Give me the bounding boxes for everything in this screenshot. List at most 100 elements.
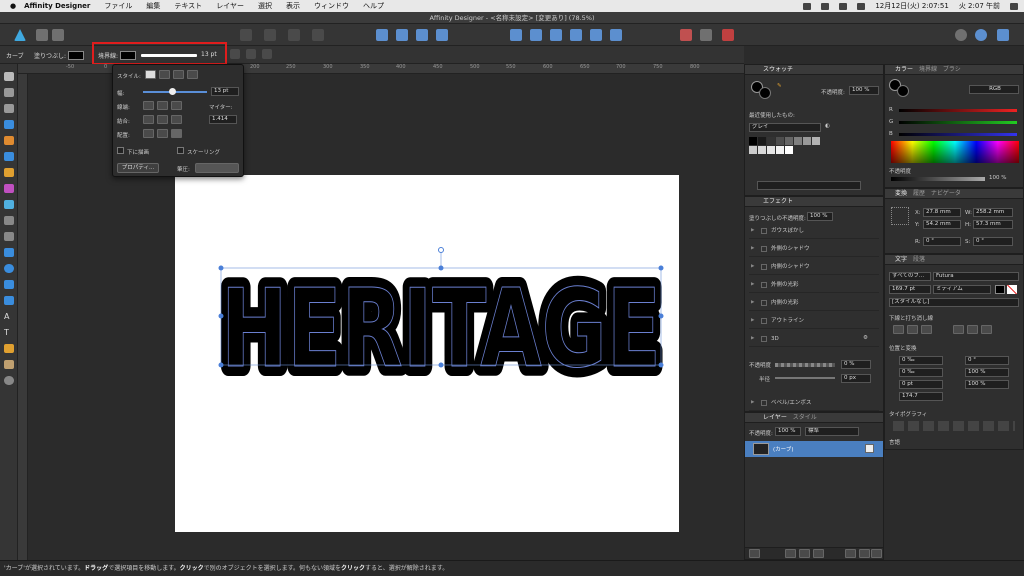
swatch[interactable]: [767, 137, 775, 145]
tab-history[interactable]: 履歴: [913, 190, 925, 197]
handle-tr[interactable]: [658, 265, 664, 271]
stroke-color-circle[interactable]: [759, 87, 771, 99]
dropbox-icon[interactable]: [803, 2, 812, 10]
align-middle-icon[interactable]: [590, 29, 602, 41]
channel-b-slider[interactable]: [899, 133, 1017, 136]
handle-tc[interactable]: [438, 265, 444, 271]
align-outside-button[interactable]: [171, 129, 182, 138]
width-slider-thumb[interactable]: [169, 88, 176, 95]
tab-stroke[interactable]: 境界線: [919, 66, 937, 73]
swatch[interactable]: [749, 137, 757, 145]
move-tool-icon[interactable]: [4, 72, 14, 81]
rectangle-tool-icon[interactable]: [4, 248, 14, 257]
cap-square-button[interactable]: [171, 101, 182, 110]
blend-mode-select[interactable]: 標準: [805, 427, 859, 436]
add-layer-icon[interactable]: [845, 549, 856, 558]
menu-layer[interactable]: レイヤー: [216, 1, 244, 11]
x-field[interactable]: 27.8 mm: [923, 208, 961, 217]
tab-transform[interactable]: 変換: [895, 190, 907, 197]
rotation-handle[interactable]: [438, 247, 444, 253]
pixel-persona-icon[interactable]: [36, 29, 48, 41]
effect-inner-shadow[interactable]: 内側のシャドウ: [749, 259, 879, 275]
arrange-front-icon[interactable]: [436, 29, 448, 41]
clock-time[interactable]: 火 2:07 午前: [959, 1, 1000, 11]
underline-color-button[interactable]: [921, 325, 932, 334]
h-field[interactable]: 57.3 mm: [973, 220, 1013, 229]
tab-brush[interactable]: ブラシ: [943, 66, 961, 73]
font-family-select[interactable]: Futura: [933, 272, 1019, 281]
swatch[interactable]: [776, 137, 784, 145]
color-opacity-slider[interactable]: [891, 177, 985, 181]
wifi-icon[interactable]: [839, 2, 848, 10]
shear-field[interactable]: 0 °: [973, 237, 1013, 246]
eyedropper-icon[interactable]: ✎: [777, 83, 782, 89]
align-left-icon[interactable]: [510, 29, 522, 41]
draw-behind-checkbox[interactable]: [117, 147, 124, 154]
swatch[interactable]: [767, 146, 775, 154]
style-none-button[interactable]: [145, 70, 156, 79]
strike-color-button[interactable]: [981, 325, 992, 334]
align-center-button[interactable]: [143, 129, 154, 138]
effect-3d[interactable]: 3D: [749, 331, 879, 347]
fill-swatch[interactable]: [68, 51, 84, 60]
fx-icon[interactable]: [813, 549, 824, 558]
handle-mr[interactable]: [658, 313, 664, 319]
y-field[interactable]: 54.2 mm: [923, 220, 961, 229]
snap-options-icon[interactable]: [722, 29, 734, 41]
boolean-subtract-icon[interactable]: [264, 29, 276, 41]
search-icon[interactable]: [1010, 2, 1018, 10]
opacity-field[interactable]: 100 %: [849, 86, 879, 95]
cap-butt-button[interactable]: [143, 101, 154, 110]
pressure-button[interactable]: [195, 163, 239, 173]
clock-date[interactable]: 12月12日(火) 2:07:51: [875, 1, 949, 11]
leading-field[interactable]: 174.7: [899, 392, 943, 401]
effect-outline[interactable]: アウトライン: [749, 313, 879, 329]
mask-icon[interactable]: [785, 549, 796, 558]
volume-icon[interactable]: [857, 2, 866, 10]
position-section[interactable]: 位置と変換: [889, 344, 917, 352]
effect-opacity-slider[interactable]: [775, 363, 835, 367]
swatch[interactable]: [803, 137, 811, 145]
anchor-selector[interactable]: [891, 207, 909, 225]
swatch[interactable]: [785, 146, 793, 154]
menu-window[interactable]: ウィンドウ: [314, 1, 349, 11]
adjustment-icon[interactable]: [799, 549, 810, 558]
grid-icon[interactable]: [700, 29, 712, 41]
handle-tl[interactable]: [218, 265, 224, 271]
layer-visibility-checkbox[interactable]: [865, 444, 874, 453]
rotation-field[interactable]: 0 °: [923, 237, 961, 246]
miter-field[interactable]: 1.414: [209, 115, 237, 124]
swatch[interactable]: [749, 146, 757, 154]
node-icon[interactable]: [246, 49, 256, 59]
menu-text[interactable]: テキスト: [174, 1, 202, 11]
strikethrough-button[interactable]: [953, 325, 964, 334]
join-miter-button[interactable]: [143, 115, 154, 124]
language-section[interactable]: 言語: [889, 438, 900, 446]
group-icon[interactable]: [859, 549, 870, 558]
palette-options-icon[interactable]: ◐: [825, 123, 830, 129]
menu-view[interactable]: 表示: [286, 1, 300, 11]
menu-help[interactable]: ヘルプ: [363, 1, 384, 11]
channel-r-slider[interactable]: [899, 109, 1017, 112]
properties-button[interactable]: プロパティ...: [117, 163, 159, 173]
font-size-field[interactable]: 169.7 pt: [889, 285, 931, 294]
heritage-artwork[interactable]: HERITAGE HERITAGE: [175, 240, 679, 380]
color-picker-icon[interactable]: [975, 29, 987, 41]
handle-bl[interactable]: [218, 362, 224, 368]
hand-tool-icon[interactable]: [4, 360, 14, 369]
swatch[interactable]: [758, 146, 766, 154]
text-tool-icon[interactable]: A: [4, 312, 14, 321]
style-solid-button[interactable]: [159, 70, 170, 79]
handle-bc[interactable]: [438, 362, 444, 368]
layer-opacity-field[interactable]: 100 %: [775, 427, 801, 436]
typography-section[interactable]: タイポグラフィ: [889, 410, 927, 418]
tab-color[interactable]: カラー: [895, 66, 913, 73]
cap-round-button[interactable]: [157, 101, 168, 110]
layers-stack-icon[interactable]: [749, 549, 760, 558]
align-inside-button[interactable]: [157, 129, 168, 138]
align-right-icon[interactable]: [550, 29, 562, 41]
vscale-field[interactable]: 100 %: [965, 380, 1009, 389]
assistant-icon[interactable]: [955, 29, 967, 41]
color-mode-select[interactable]: RGB: [969, 85, 1019, 94]
tab-styles[interactable]: スタイル: [793, 414, 817, 421]
